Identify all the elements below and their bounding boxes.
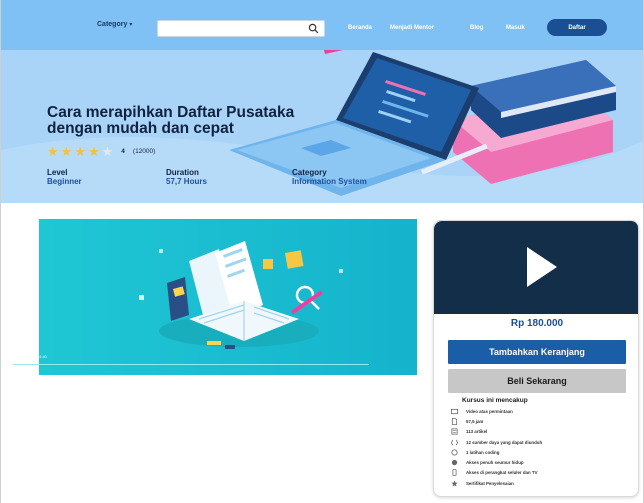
category-dropdown-label: Category <box>97 21 128 28</box>
course-price: Rp 180.000 <box>510 318 564 329</box>
list-item: 57,5 jam <box>450 416 636 426</box>
includes-title: Kursus ini mencakup <box>462 397 528 404</box>
list-item: Akses di perangkat seluler dan TV <box>450 468 636 478</box>
meta-label: Level <box>47 168 68 177</box>
include-text: Sertifikat Penyelesaian <box>466 480 514 486</box>
nav-link-beranda[interactable]: Beranda <box>348 25 372 31</box>
download-icon <box>450 438 458 446</box>
preview-video[interactable] <box>434 221 638 314</box>
meta-level: Level Beginner <box>47 168 82 187</box>
course-video-player[interactable] <box>39 219 417 375</box>
purchase-card: Rp 180.000 Tambahkan Keranjang Beli Seka… <box>433 220 639 497</box>
search-input[interactable] <box>158 25 298 40</box>
search-bar <box>157 20 325 40</box>
list-item: 1 latihan coding <box>450 447 636 457</box>
include-text: 1 latihan coding <box>466 449 500 455</box>
rating-count: (12000) <box>132 148 156 155</box>
include-text: Akses di perangkat seluler dan TV <box>466 470 538 476</box>
course-title: Cara merapihkan Daftar Pusataka dengan m… <box>47 104 295 137</box>
video-illustration <box>39 219 417 375</box>
includes-list: Video atas permintaan 57,5 jam 113 artik… <box>450 406 636 488</box>
star-filled-icon: ★ <box>87 144 100 159</box>
register-button[interactable]: Daftar <box>547 19 607 36</box>
include-text: 57,5 jam <box>466 418 484 424</box>
course-rating: ★ ★ ★ ★ ★ 4 (12000) <box>47 145 155 158</box>
play-icon[interactable] <box>527 247 557 287</box>
meta-duration: Duration 57,7 Hours <box>166 168 207 187</box>
list-item: 113 artikel <box>450 427 636 437</box>
add-to-cart-button[interactable]: Tambahkan Keranjang <box>448 340 626 364</box>
meta-value: Information System <box>292 177 367 186</box>
play-icon[interactable] <box>16 354 21 360</box>
video-time: 0:00 / 4:40 <box>28 354 47 359</box>
video-icon <box>450 407 458 415</box>
include-text: 113 artikel <box>466 429 488 435</box>
nav-link-blog[interactable]: Blog <box>470 25 483 31</box>
certificate-icon <box>450 479 458 487</box>
meta-value: Beginner <box>47 177 82 186</box>
mobile-icon <box>450 469 458 477</box>
course-page: Category ▾ Beranda Menjadi Mentor Blog M… <box>0 0 644 503</box>
infinity-icon <box>450 459 458 467</box>
list-item: Akses penuh seumur hidup <box>450 457 636 467</box>
rating-value: 4 <box>121 148 125 155</box>
include-text: Akses penuh seumur hidup <box>466 460 524 466</box>
document-icon <box>450 417 458 425</box>
star-filled-icon: ★ <box>60 144 73 159</box>
list-item: Sertifikat Penyelesaian <box>450 478 636 488</box>
top-navbar: Category ▾ Beranda Menjadi Mentor Blog M… <box>1 0 643 50</box>
video-progress-bar[interactable] <box>13 364 369 365</box>
category-dropdown[interactable]: Category ▾ <box>97 21 132 28</box>
rating-stars: ★ ★ ★ ★ ★ <box>47 145 113 158</box>
buy-now-button[interactable]: Beli Sekarang <box>448 369 626 393</box>
nav-link-masuk[interactable]: Masuk <box>506 25 525 31</box>
nav-link-menjadi-mentor[interactable]: Menjadi Mentor <box>390 25 434 31</box>
meta-label: Duration <box>166 168 199 177</box>
code-icon <box>450 448 458 456</box>
star-filled-icon: ★ <box>74 144 86 159</box>
list-item: 12 sumber daya yang dapat diunduh <box>450 437 636 447</box>
meta-value: 57,7 Hours <box>166 177 207 186</box>
meta-category: Category Information System <box>292 168 367 187</box>
list-item: Video atas permintaan <box>450 406 636 416</box>
hero-banner: Category ▾ Beranda Menjadi Mentor Blog M… <box>1 0 643 203</box>
article-icon <box>450 428 458 436</box>
meta-label: Category <box>292 168 327 177</box>
search-icon[interactable] <box>308 23 319 34</box>
include-text: Video atas permintaan <box>466 408 513 414</box>
star-filled-icon: ★ <box>47 144 59 159</box>
star-empty-icon: ★ <box>101 144 114 159</box>
include-text: 12 sumber daya yang dapat diunduh <box>466 439 543 445</box>
chevron-down-icon: ▾ <box>129 22 133 28</box>
